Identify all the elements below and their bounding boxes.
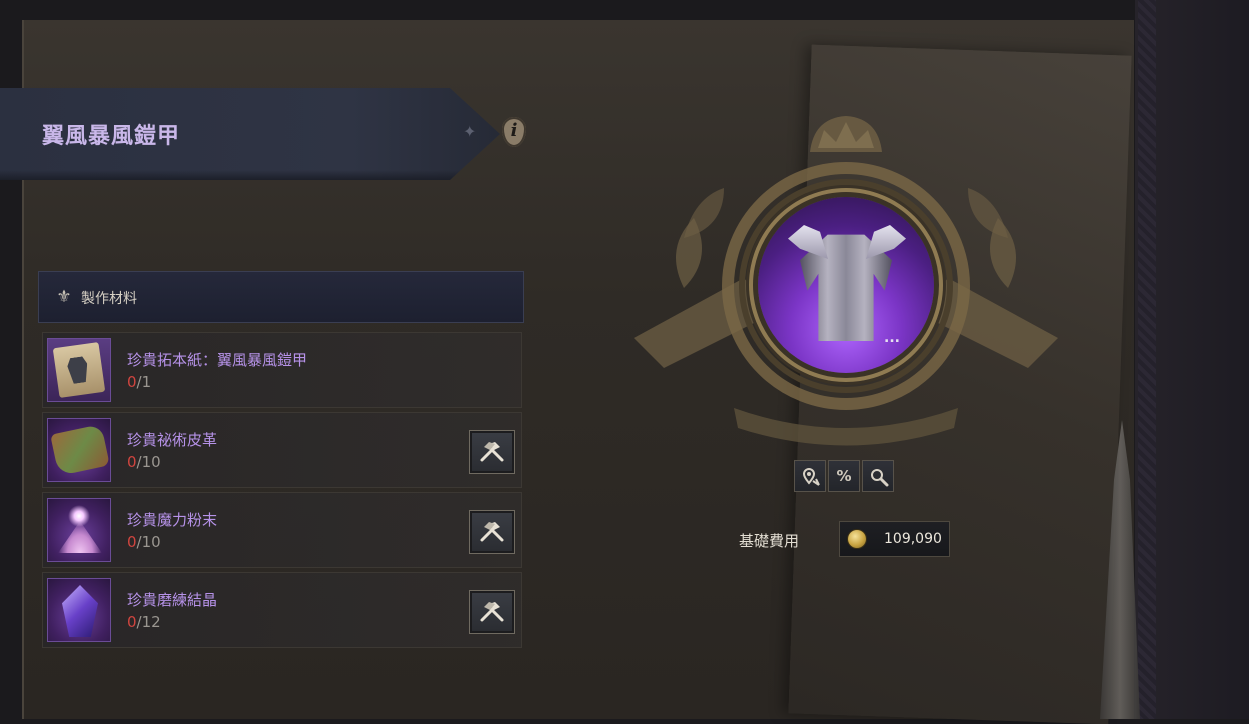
material-row[interactable]: 珍貴祕術皮革 0/10 xyxy=(42,412,522,488)
rubbing-paper-icon xyxy=(47,338,111,402)
fleur-de-lis-icon: ⚜ xyxy=(56,287,72,307)
base-cost-label: 基礎費用 xyxy=(739,532,800,550)
material-name: 珍貴祕術皮革 xyxy=(127,431,218,449)
material-name: 珍貴魔力粉末 xyxy=(127,511,218,529)
material-row[interactable]: 珍貴磨練結晶 0/12 xyxy=(42,572,522,648)
craft-button[interactable] xyxy=(469,430,515,474)
hammer-icon xyxy=(480,442,504,462)
material-row[interactable]: 珍貴魔力粉末 0/10 xyxy=(42,492,522,568)
material-count: 0/10 xyxy=(127,533,161,551)
item-portrait[interactable] xyxy=(758,197,934,373)
material-count: 0/12 xyxy=(127,613,161,631)
craft-button[interactable] xyxy=(469,510,515,554)
material-name: 珍貴拓本紙：翼風暴風鎧甲 xyxy=(127,351,308,369)
hammer-icon xyxy=(480,602,504,622)
hammer-icon xyxy=(480,522,504,542)
armor-wing-right xyxy=(866,225,906,259)
arcane-leather-icon xyxy=(47,418,111,482)
banner-plus-icon: ✦ xyxy=(463,122,477,141)
item-title: 翼風暴風鎧甲 xyxy=(42,124,181,149)
material-name: 珍貴磨練結晶 xyxy=(127,591,218,609)
craft-button[interactable] xyxy=(469,590,515,634)
base-cost-value: 109,090 xyxy=(884,531,942,547)
material-count: 0/1 xyxy=(127,373,152,391)
more-options-icon[interactable]: ... xyxy=(884,330,900,346)
material-count: 0/10 xyxy=(127,453,161,471)
search-icon[interactable] xyxy=(862,460,894,492)
map-pin-icon[interactable] xyxy=(794,460,826,492)
material-row[interactable]: 珍貴拓本紙：翼風暴風鎧甲 0/1 xyxy=(42,332,522,408)
book-spine xyxy=(1138,0,1156,719)
percent-icon[interactable]: % xyxy=(828,460,860,492)
gold-coin-icon xyxy=(848,530,866,548)
materials-list: 珍貴拓本紙：翼風暴風鎧甲 0/1 珍貴祕術皮革 0/10 珍貴魔力粉末 0/10 xyxy=(42,332,522,652)
materials-header-label: 製作材料 xyxy=(81,291,137,307)
polishing-crystal-icon xyxy=(47,578,111,642)
magic-powder-icon xyxy=(47,498,111,562)
